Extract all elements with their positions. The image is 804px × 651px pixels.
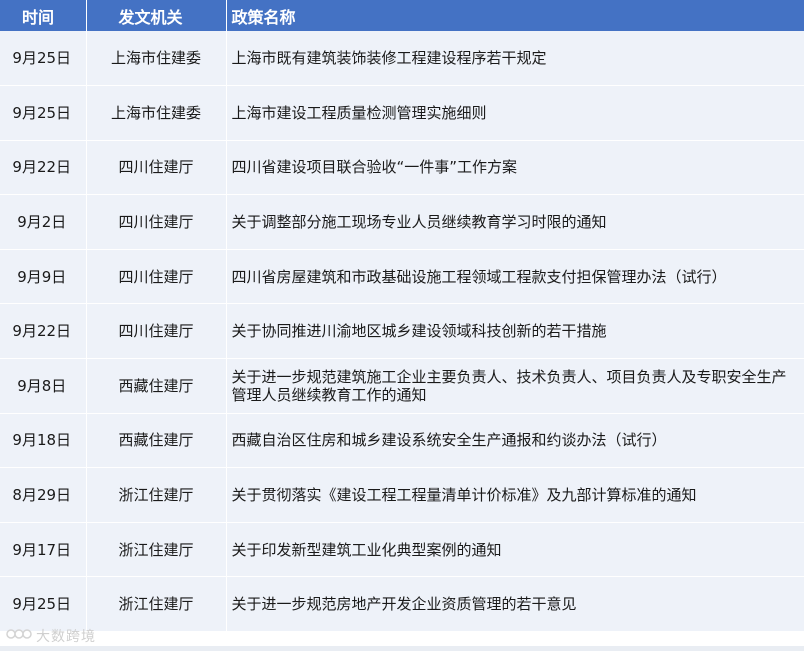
table-row: 9月9日 四川住建厅 四川省房屋建筑和市政基础设施工程领域工程款支付担保管理办法… — [0, 249, 804, 305]
cell-org: 西藏住建厅 — [86, 413, 227, 469]
cell-policy-name: 上海市建设工程质量检测管理实施细则 — [226, 85, 804, 141]
cell-time: 9月8日 — [0, 358, 87, 414]
header-time: 时间 — [0, 0, 87, 31]
cell-time: 8月29日 — [0, 467, 87, 523]
bottom-divider — [0, 646, 804, 651]
table-row: 9月17日 浙江住建厅 关于印发新型建筑工业化典型案例的通知 — [0, 522, 804, 578]
cell-policy-name: 关于进一步规范建筑施工企业主要负责人、技术负责人、项目负责人及专职安全生产管理人… — [226, 358, 804, 414]
watermark-text: 大数跨境 — [36, 629, 96, 645]
cell-time: 9月25日 — [0, 576, 87, 633]
cell-org: 四川住建厅 — [86, 303, 227, 360]
table-body: 9月25日 上海市住建委 上海市既有建筑装饰装修工程建设程序若干规定 9月25日… — [0, 31, 804, 633]
cell-org: 西藏住建厅 — [86, 358, 227, 414]
cell-policy-name: 四川省建设项目联合验收“一件事”工作方案 — [226, 140, 804, 196]
table-row: 9月25日 上海市住建委 上海市建设工程质量检测管理实施细则 — [0, 85, 804, 141]
cell-org: 浙江住建厅 — [86, 576, 227, 633]
table-header: 时间 发文机关 政策名称 — [0, 0, 804, 31]
cell-policy-name: 西藏自治区住房和城乡建设系统安全生产通报和约谈办法（试行） — [226, 413, 804, 469]
cell-time: 9月25日 — [0, 31, 87, 87]
header-org: 发文机关 — [86, 0, 227, 31]
watermark: 大数跨境 — [6, 626, 96, 646]
cell-policy-name: 上海市既有建筑装饰装修工程建设程序若干规定 — [226, 31, 804, 87]
table-row: 8月29日 浙江住建厅 关于贯彻落实《建设工程工程量清单计价标准》及九部计算标准… — [0, 467, 804, 523]
policy-table-page: 时间 发文机关 政策名称 9月25日 上海市住建委 上海市既有建筑装饰装修工程建… — [0, 0, 804, 651]
cell-org: 上海市住建委 — [86, 85, 227, 141]
cell-time: 9月17日 — [0, 522, 87, 578]
cell-time: 9月25日 — [0, 85, 87, 141]
table-row: 9月2日 四川住建厅 关于调整部分施工现场专业人员继续教育学习时限的通知 — [0, 194, 804, 250]
table-row: 9月25日 上海市住建委 上海市既有建筑装饰装修工程建设程序若干规定 — [0, 31, 804, 87]
cell-policy-name: 关于贯彻落实《建设工程工程量清单计价标准》及九部计算标准的通知 — [226, 467, 804, 523]
table-row: 9月8日 西藏住建厅 关于进一步规范建筑施工企业主要负责人、技术负责人、项目负责… — [0, 358, 804, 414]
header-row: 时间 发文机关 政策名称 — [0, 0, 804, 31]
cell-org: 四川住建厅 — [86, 194, 227, 250]
cell-org: 浙江住建厅 — [86, 467, 227, 523]
cell-org: 四川住建厅 — [86, 140, 227, 196]
logo-icon — [6, 627, 36, 644]
table-row: 9月18日 西藏住建厅 西藏自治区住房和城乡建设系统安全生产通报和约谈办法（试行… — [0, 413, 804, 469]
cell-org: 上海市住建委 — [86, 31, 227, 87]
table-row: 9月25日 浙江住建厅 关于进一步规范房地产开发企业资质管理的若干意见 — [0, 576, 804, 633]
table-row: 9月22日 四川住建厅 关于协同推进川渝地区城乡建设领域科技创新的若干措施 — [0, 303, 804, 360]
cell-policy-name: 关于进一步规范房地产开发企业资质管理的若干意见 — [226, 576, 804, 633]
cell-time: 9月18日 — [0, 413, 87, 469]
cell-time: 9月22日 — [0, 303, 87, 360]
header-policy-name: 政策名称 — [226, 0, 804, 31]
cell-time: 9月22日 — [0, 140, 87, 196]
cell-policy-name: 关于印发新型建筑工业化典型案例的通知 — [226, 522, 804, 578]
cell-org: 四川住建厅 — [86, 249, 227, 305]
cell-time: 9月9日 — [0, 249, 87, 305]
cell-policy-name: 四川省房屋建筑和市政基础设施工程领域工程款支付担保管理办法（试行） — [226, 249, 804, 305]
cell-policy-name: 关于协同推进川渝地区城乡建设领域科技创新的若干措施 — [226, 303, 804, 360]
cell-time: 9月2日 — [0, 194, 87, 250]
table-row: 9月22日 四川住建厅 四川省建设项目联合验收“一件事”工作方案 — [0, 140, 804, 196]
cell-org: 浙江住建厅 — [86, 522, 227, 578]
cell-policy-name: 关于调整部分施工现场专业人员继续教育学习时限的通知 — [226, 194, 804, 250]
policy-table: 时间 发文机关 政策名称 9月25日 上海市住建委 上海市既有建筑装饰装修工程建… — [0, 0, 804, 633]
